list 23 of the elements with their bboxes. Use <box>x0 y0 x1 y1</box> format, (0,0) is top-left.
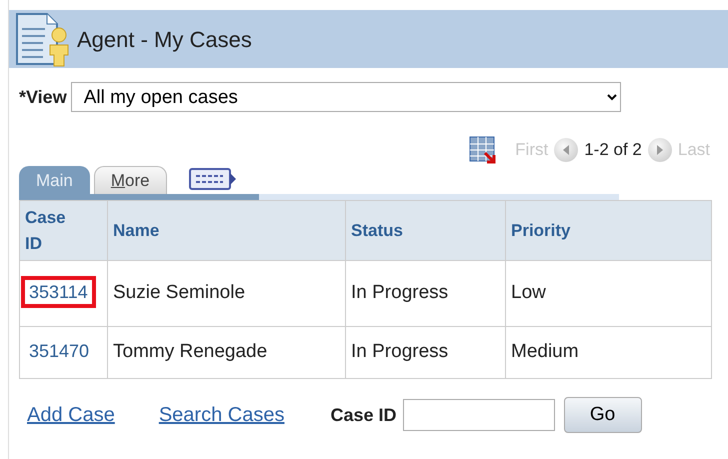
table-cell: Medium <box>511 341 579 362</box>
case-id-field[interactable] <box>402 399 555 431</box>
tab[interactable]: More <box>94 166 167 194</box>
show-all-columns-icon[interactable] <box>188 168 237 192</box>
page-title: Agent - My Cases <box>77 26 252 54</box>
column-header: Name <box>108 200 346 260</box>
column-header: Status <box>346 200 506 260</box>
case-id-label: Case ID <box>330 404 397 426</box>
view-label: *View <box>19 86 67 108</box>
go-button[interactable]: Go <box>564 397 642 433</box>
document-person-icon <box>13 11 71 67</box>
grid-download-icon[interactable] <box>469 136 498 164</box>
table-cell: In Progress <box>351 341 448 362</box>
table-cell: Tommy Renegade <box>113 341 268 362</box>
table-cell: Low <box>511 282 546 304</box>
view-dropdown[interactable]: All my open cases <box>70 82 621 112</box>
footer-link[interactable]: Add Case <box>27 400 115 430</box>
column-header: Case ID <box>20 200 108 260</box>
table-cell: Suzie Seminole <box>113 282 246 304</box>
page-range: 1-2 of 2 <box>584 139 642 162</box>
footer-link[interactable]: Search Cases <box>158 400 284 430</box>
table-cell: In Progress <box>351 282 448 304</box>
column-header: Priority <box>506 200 712 260</box>
